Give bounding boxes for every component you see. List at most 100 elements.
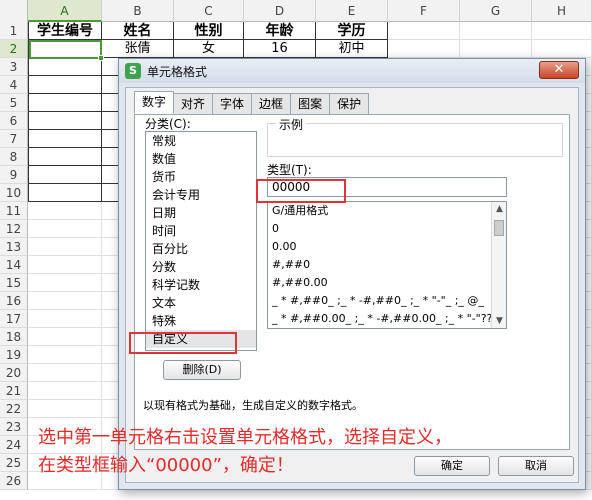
scroll-thumb[interactable]: [494, 220, 504, 236]
row-header[interactable]: 15: [0, 274, 28, 292]
format-type-item[interactable]: 0.00: [268, 238, 506, 256]
format-type-item[interactable]: 0: [268, 220, 506, 238]
cell[interactable]: 年龄: [244, 22, 316, 40]
tab-border[interactable]: 边框: [251, 93, 292, 114]
row-header[interactable]: 10: [0, 184, 28, 202]
cell[interactable]: [460, 22, 532, 40]
category-item[interactable]: 日期: [146, 204, 256, 222]
format-type-item[interactable]: #,##0.00: [268, 274, 506, 292]
row-header[interactable]: 23: [0, 418, 28, 436]
cell[interactable]: 张倩: [102, 40, 174, 58]
row-header[interactable]: 21: [0, 382, 28, 400]
row-header[interactable]: 3: [0, 58, 28, 76]
active-cell-a2[interactable]: [29, 40, 102, 59]
dialog-titlebar[interactable]: S 单元格格式 ✕: [119, 59, 585, 83]
row-header[interactable]: 9: [0, 166, 28, 184]
column-header-a[interactable]: A: [28, 0, 102, 22]
category-item[interactable]: 数值: [146, 150, 256, 168]
cell[interactable]: [532, 40, 592, 58]
close-button[interactable]: ✕: [539, 61, 579, 79]
cell[interactable]: [28, 346, 102, 364]
row-header[interactable]: 4: [0, 76, 28, 94]
cell[interactable]: [28, 256, 102, 274]
row-header[interactable]: 17: [0, 310, 28, 328]
tab-alignment[interactable]: 对齐: [173, 93, 214, 114]
format-type-list[interactable]: G/通用格式 0 0.00 #,##0 #,##0.00 _ * #,##0_ ;_ * …: [267, 201, 507, 329]
tab-protection[interactable]: 保护: [329, 93, 370, 114]
column-header-d[interactable]: D: [244, 0, 316, 22]
row-header[interactable]: 22: [0, 400, 28, 418]
cell[interactable]: [28, 130, 102, 148]
column-header-g[interactable]: G: [460, 0, 532, 22]
format-type-item[interactable]: G/通用格式: [268, 202, 506, 220]
cell[interactable]: [28, 112, 102, 130]
cell[interactable]: [460, 40, 532, 58]
column-header-h[interactable]: H: [532, 0, 592, 22]
row-header[interactable]: 2: [0, 40, 28, 58]
tab-font[interactable]: 字体: [212, 93, 253, 114]
cell[interactable]: [28, 166, 102, 184]
row-header[interactable]: 20: [0, 364, 28, 382]
cell[interactable]: [28, 328, 102, 346]
row-header[interactable]: 7: [0, 130, 28, 148]
cell[interactable]: [28, 76, 102, 94]
row-header[interactable]: 5: [0, 94, 28, 112]
cell[interactable]: [28, 58, 102, 76]
cell[interactable]: 学生编号: [28, 22, 102, 40]
category-item[interactable]: 百分比: [146, 240, 256, 258]
format-type-item[interactable]: _ * #,##0.00_ ;_ * -#,##0.00_ ;_ * "-"??…: [268, 310, 506, 328]
row-header[interactable]: 16: [0, 292, 28, 310]
cell[interactable]: [28, 184, 102, 202]
row-header[interactable]: 11: [0, 202, 28, 220]
row-header[interactable]: 6: [0, 112, 28, 130]
cell[interactable]: [28, 202, 102, 220]
row-header[interactable]: 14: [0, 256, 28, 274]
fill-handle[interactable]: [98, 55, 104, 61]
cell[interactable]: [28, 148, 102, 166]
category-item[interactable]: 货币: [146, 168, 256, 186]
row-header[interactable]: 8: [0, 148, 28, 166]
cell[interactable]: [28, 292, 102, 310]
cell[interactable]: 学历: [316, 22, 388, 40]
cell[interactable]: 16: [244, 40, 316, 58]
cell[interactable]: 姓名: [102, 22, 174, 40]
row-header[interactable]: 13: [0, 238, 28, 256]
column-header-f[interactable]: F: [388, 0, 460, 22]
category-item[interactable]: 特殊: [146, 312, 256, 330]
cell[interactable]: 性别: [174, 22, 244, 40]
row-header[interactable]: 25: [0, 454, 28, 472]
cell[interactable]: [28, 274, 102, 292]
row-header[interactable]: 12: [0, 220, 28, 238]
category-item[interactable]: 会计专用: [146, 186, 256, 204]
row-header[interactable]: 19: [0, 346, 28, 364]
cell[interactable]: [28, 310, 102, 328]
cell[interactable]: 女: [174, 40, 244, 58]
type-list-scrollbar[interactable]: ▲ ▼: [491, 202, 506, 328]
tab-pattern[interactable]: 图案: [290, 93, 331, 114]
cell[interactable]: 初中: [316, 40, 388, 58]
category-item[interactable]: 文本: [146, 294, 256, 312]
row-header[interactable]: 1: [0, 22, 28, 40]
column-header-e[interactable]: E: [316, 0, 388, 22]
cell[interactable]: [28, 382, 102, 400]
category-item[interactable]: 科学记数: [146, 276, 256, 294]
delete-button[interactable]: 删除(D): [163, 360, 241, 380]
row-header[interactable]: 18: [0, 328, 28, 346]
cell[interactable]: [532, 22, 592, 40]
column-header-c[interactable]: C: [174, 0, 244, 22]
row-header[interactable]: 24: [0, 436, 28, 454]
row-header[interactable]: 26: [0, 472, 28, 490]
cell[interactable]: [388, 40, 460, 58]
category-item[interactable]: 常规: [146, 132, 256, 150]
scroll-up-icon[interactable]: ▲: [492, 202, 506, 216]
category-item[interactable]: 分数: [146, 258, 256, 276]
column-header-b[interactable]: B: [102, 0, 174, 22]
category-item[interactable]: 时间: [146, 222, 256, 240]
cell[interactable]: [28, 94, 102, 112]
select-all-corner[interactable]: [0, 0, 28, 22]
format-type-item[interactable]: _ * #,##0_ ;_ * -#,##0_ ;_ * "-"_ ;_ @_: [268, 292, 506, 310]
category-list[interactable]: 常规 数值 货币 会计专用 日期 时间 百分比 分数 科学记数 文本 特殊 自定义: [145, 131, 257, 351]
cell[interactable]: [28, 220, 102, 238]
cell[interactable]: [28, 364, 102, 382]
cell[interactable]: [28, 238, 102, 256]
